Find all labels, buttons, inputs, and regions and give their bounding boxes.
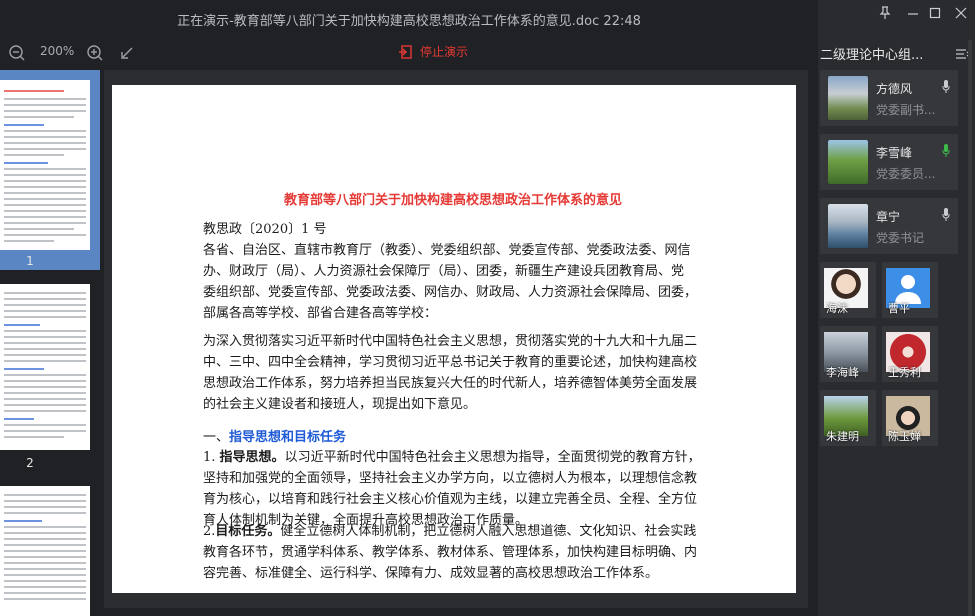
document-page: 教育部等八部门关于加快构建高校思想政治工作体系的意见 教思政〔2020〕1 号 … [112, 85, 796, 593]
mic-active-icon [942, 144, 950, 157]
stop-presenting-label: 停止演示 [420, 45, 469, 59]
stop-presenting-button[interactable]: 停止演示 [398, 43, 468, 60]
thumbnail-preview [0, 80, 90, 250]
shrink-icon[interactable] [118, 44, 136, 62]
zoom-level: 200% [40, 44, 75, 58]
attendee-tile[interactable]: 陈玉婵 [882, 390, 938, 446]
close-icon[interactable] [954, 6, 968, 20]
attendee-name: 陈玉婵 [888, 430, 921, 443]
section-heading: 一、指导思想和目标任务 [203, 427, 703, 448]
speaker-card[interactable]: 方德风 党委副书... [820, 70, 958, 126]
item-guiding-ideology: 1. 指导思想。以习近平新时代中国特色社会主义思想为指导，全面贯彻党的教育方针，… [203, 447, 703, 531]
document-ref: 教思政〔2020〕1 号 [203, 222, 327, 237]
speaker-role: 党委委员... [876, 167, 936, 181]
text-line: 以习近平新时代中国特色社会主义思想为指导，全面贯彻党的教育方针， [284, 450, 701, 465]
text-line: 育为核心，以培育和践行社会主义核心价值观为主线，以建立完善全员、全程、全方位 [203, 492, 698, 507]
speaker-name: 李雪峰 [876, 146, 913, 160]
item-number: 1. [203, 450, 216, 465]
thumbnail-page-2[interactable]: 2 [0, 270, 100, 476]
text-line: 为深入贯彻落实习近平新时代中国特色社会主义思想，贯彻落实党的十九大和十九届二 [203, 334, 698, 349]
minimize-icon[interactable] [906, 6, 920, 20]
maximize-icon[interactable] [928, 6, 942, 20]
thumbnail-page-3[interactable] [0, 476, 100, 616]
text-line: 坚持和加强党的全面领导，坚持社会主义办学方向，以立德树人为根本，以理想信念教 [203, 471, 698, 486]
avatar [828, 76, 868, 120]
participants-panel: 二级理论中心组... 方德风 党委副书... 李雪峰 党委委员... 章宁 党委… [818, 0, 975, 616]
thumbnail-preview [0, 486, 90, 616]
thumbnail-preview [0, 284, 90, 450]
mic-icon [942, 80, 950, 93]
text-line: 容完善、标准健全、运行科学、保障有力、成效显著的高校思想政治工作体系。 [203, 566, 659, 581]
panel-scrollbar[interactable] [968, 40, 972, 616]
mic-icon [942, 208, 950, 221]
toolbar: 200% 停止演示 [0, 38, 818, 68]
item-heading: 指导思想。 [219, 450, 285, 465]
section-title: 指导思想和目标任务 [229, 430, 347, 445]
text-line: 各省、自治区、直辖市教育厅（教委）、党委组织部、党委宣传部、党委政法委、网信 [203, 243, 691, 258]
thumbnail-page-1[interactable]: 1 [0, 70, 100, 270]
text-line: 中、三中、四中全会精神，学习贯彻习近平总书记关于教育的重要论述，加快构建高校 [203, 355, 698, 370]
item-goals-tasks: 2.目标任务。健全立德树人体制机制，把立德树人融入思想道德、文化知识、社会实践 … [203, 521, 703, 584]
window-title: 正在演示-教育部等八部门关于加快构建高校思想政治工作体系的意见.doc 22:4… [177, 13, 641, 29]
item-number: 2. [203, 524, 216, 539]
attendee-tile[interactable]: 海沫 [820, 262, 876, 318]
attendee-tile[interactable]: 曹平 [882, 262, 938, 318]
thumbnail-page-number: 1 [26, 254, 34, 268]
speaker-role: 党委副书... [876, 103, 936, 117]
item-heading: 目标任务。 [215, 524, 281, 539]
zoom-out-icon[interactable] [8, 44, 26, 62]
intro-paragraph: 为深入贯彻落实习近平新时代中国特色社会主义思想，贯彻落实党的十九大和十九届二 中… [203, 331, 703, 415]
text-line: 办、财政厅（局）、人力资源社会保障厅（局）、团委，新疆生产建设兵团教育局、党 [203, 264, 685, 279]
text-line: 委组织部、党委宣传部、党委政法委、网信办、财政局、人力资源社会保障局、团委， [203, 285, 698, 300]
attendee-name: 王秀利 [888, 366, 921, 379]
text-line: 教育各环节，贯通学科体系、教学体系、教材体系、管理体系，加快构建目标明确、内 [203, 545, 698, 560]
attendee-tile[interactable]: 李海峰 [820, 326, 876, 382]
avatar [828, 204, 868, 248]
text-line: 的社会主义建设者和接班人，现提出如下意见。 [203, 397, 477, 412]
section-number: 一、 [203, 430, 230, 445]
presentation-area: 正在演示-教育部等八部门关于加快构建高校思想政治工作体系的意见.doc 22:4… [0, 0, 818, 616]
exit-icon [399, 44, 412, 59]
attendee-name: 曹平 [888, 302, 910, 315]
text-line: 思想政治工作体系，努力培养担当民族复兴大任的时代新人，培养德智体美劳全面发展 [203, 376, 698, 391]
speaker-role: 党委书记 [876, 231, 925, 245]
group-title: 二级理论中心组... [820, 48, 924, 63]
page-thumbnails: 1 2 [0, 70, 100, 616]
avatar [828, 140, 868, 184]
zoom-in-icon[interactable] [86, 44, 104, 62]
attendee-name: 朱建明 [826, 430, 859, 443]
document-title: 教育部等八部门关于加快构建高校思想政治工作体系的意见 [283, 193, 622, 208]
attendee-tile[interactable]: 王秀利 [882, 326, 938, 382]
speaker-name: 章宁 [876, 210, 901, 224]
attendee-name: 李海峰 [826, 366, 859, 379]
text-line: 部属各高等学校、部省合建各高等学校： [203, 306, 438, 321]
recipients-paragraph: 各省、自治区、直辖市教育厅（教委）、党委组织部、党委宣传部、党委政法委、网信 办… [203, 240, 703, 324]
speaker-card[interactable]: 李雪峰 党委委员... [820, 134, 958, 190]
attendee-name: 海沫 [826, 302, 848, 315]
speaker-name: 方德风 [876, 82, 913, 96]
attendee-tile[interactable]: 朱建明 [820, 390, 876, 446]
speaker-card[interactable]: 章宁 党委书记 [820, 198, 958, 254]
pin-icon[interactable] [878, 6, 892, 20]
thumbnail-page-number: 2 [26, 456, 34, 470]
text-line: 健全立德树人体制机制，把立德树人融入思想道德、文化知识、社会实践 [280, 524, 697, 539]
